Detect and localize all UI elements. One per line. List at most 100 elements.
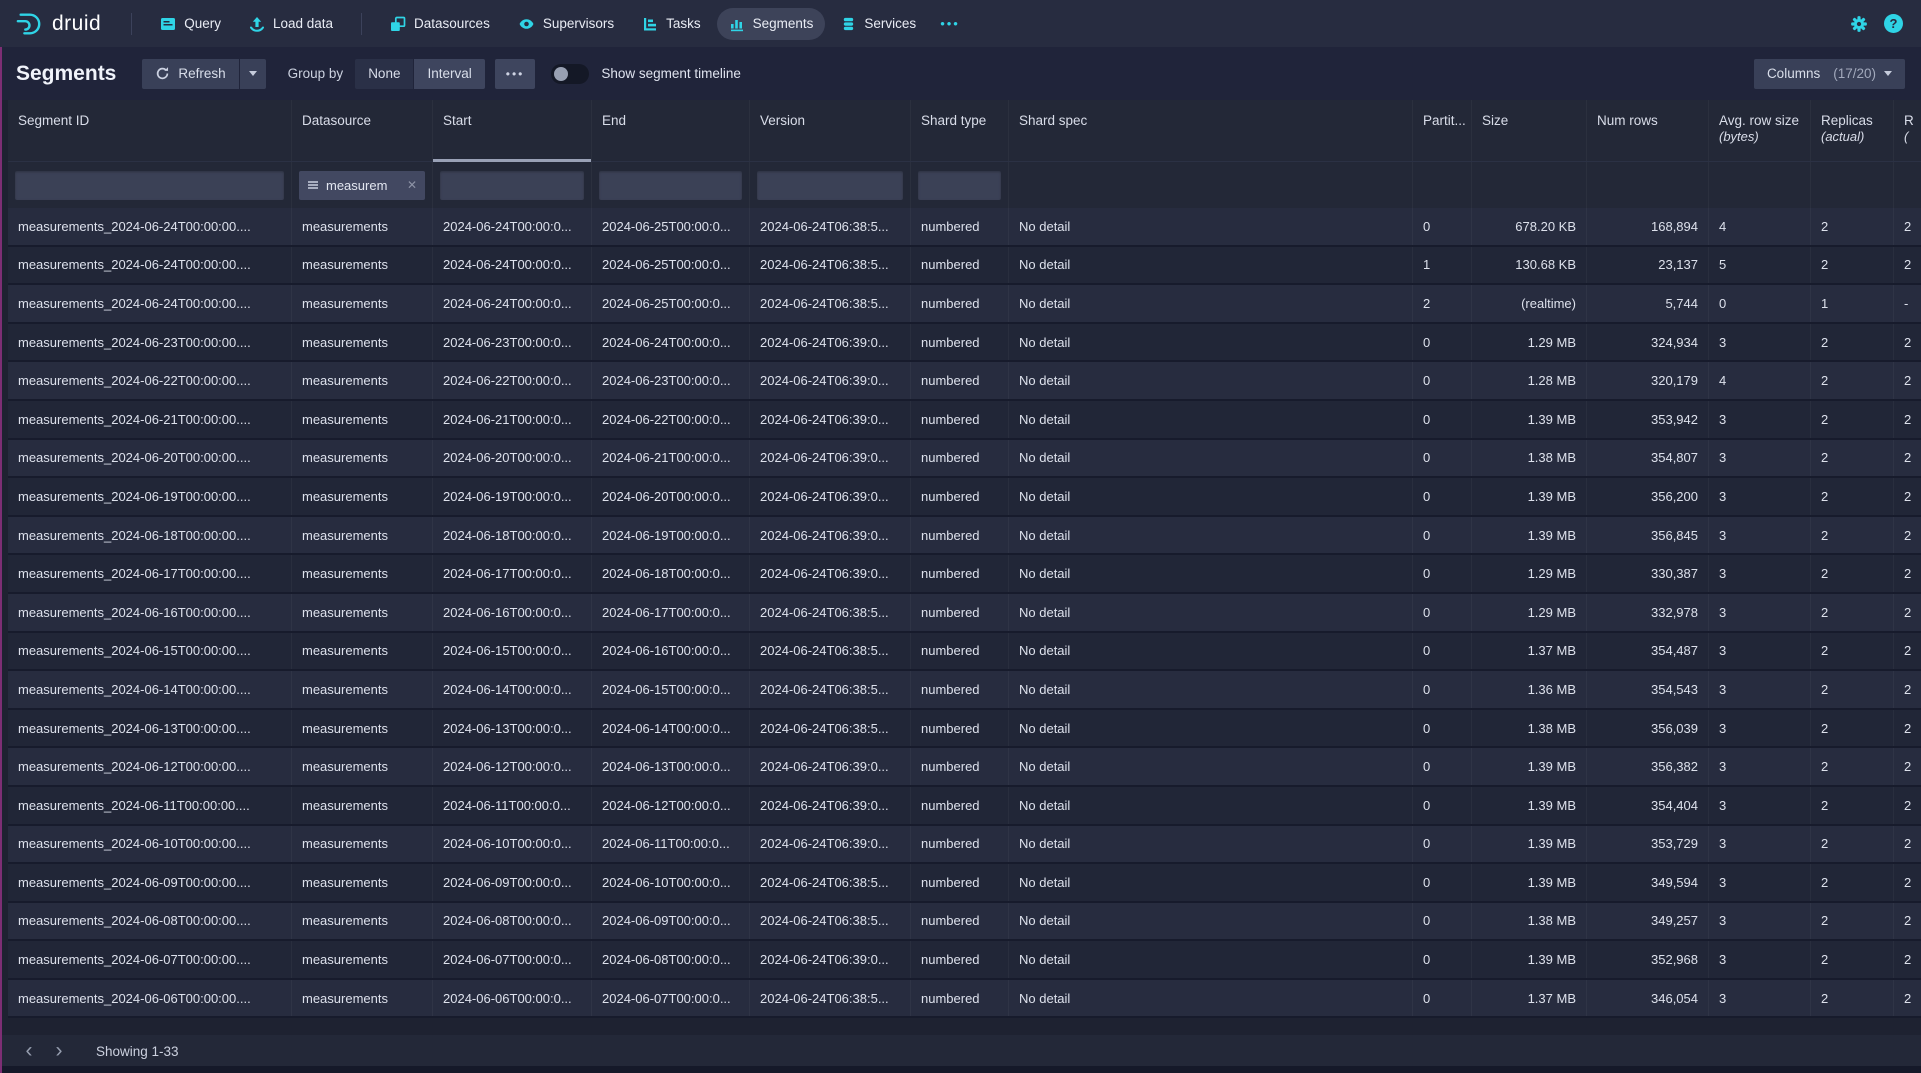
cell-start[interactable]: 2024-06-18T00:00:0... xyxy=(433,517,592,554)
cell-size[interactable]: 1.29 MB xyxy=(1472,555,1587,592)
cell-avg-row-size[interactable]: 3 xyxy=(1709,324,1811,361)
cell-size[interactable]: 1.39 MB xyxy=(1472,826,1587,863)
cell-end[interactable]: 2024-06-18T00:00:0... xyxy=(592,555,750,592)
table-row[interactable]: measurements_2024-06-24T00:00:00....meas… xyxy=(8,285,1921,324)
cell-replication-factor[interactable]: 2 xyxy=(1894,555,1921,592)
cell-shard-spec[interactable]: No detail xyxy=(1009,710,1413,747)
cell-shard-type[interactable]: numbered xyxy=(911,247,1009,284)
cell-version[interactable]: 2024-06-24T06:39:0... xyxy=(750,941,911,978)
cell-version[interactable]: 2024-06-24T06:39:0... xyxy=(750,517,911,554)
cell-end[interactable]: 2024-06-17T00:00:0... xyxy=(592,594,750,631)
cell-datasource[interactable]: measurements xyxy=(292,555,433,592)
cell-replication-factor[interactable]: 2 xyxy=(1894,594,1921,631)
cell-version[interactable]: 2024-06-24T06:39:0... xyxy=(750,787,911,824)
cell-start[interactable]: 2024-06-06T00:00:0... xyxy=(433,980,592,1017)
cell-end[interactable]: 2024-06-20T00:00:0... xyxy=(592,478,750,515)
cell-segment-id[interactable]: measurements_2024-06-24T00:00:00.... xyxy=(8,208,292,245)
cell-datasource[interactable]: measurements xyxy=(292,478,433,515)
cell-num-rows[interactable]: 354,404 xyxy=(1587,787,1709,824)
next-page-button[interactable]: › xyxy=(44,1038,74,1064)
cell-start[interactable]: 2024-06-08T00:00:0... xyxy=(433,903,592,940)
cell-version[interactable]: 2024-06-24T06:38:5... xyxy=(750,980,911,1017)
cell-segment-id[interactable]: measurements_2024-06-18T00:00:00.... xyxy=(8,517,292,554)
cell-num-rows[interactable]: 23,137 xyxy=(1587,247,1709,284)
cell-replication-factor[interactable]: 2 xyxy=(1894,362,1921,399)
cell-avg-row-size[interactable]: 3 xyxy=(1709,671,1811,708)
cell-datasource[interactable]: measurements xyxy=(292,748,433,785)
cell-shard-spec[interactable]: No detail xyxy=(1009,208,1413,245)
show-segment-timeline-toggle[interactable] xyxy=(551,64,589,84)
cell-shard-spec[interactable]: No detail xyxy=(1009,555,1413,592)
cell-partition[interactable]: 0 xyxy=(1413,826,1472,863)
datasource-filter-chip[interactable]: measurem ✕ xyxy=(299,171,425,200)
cell-num-rows[interactable]: 349,257 xyxy=(1587,903,1709,940)
cell-replication-factor[interactable]: 2 xyxy=(1894,671,1921,708)
table-row[interactable]: measurements_2024-06-21T00:00:00....meas… xyxy=(8,401,1921,440)
table-row[interactable]: measurements_2024-06-23T00:00:00....meas… xyxy=(8,324,1921,363)
table-row[interactable]: measurements_2024-06-15T00:00:00....meas… xyxy=(8,633,1921,672)
cell-size[interactable]: 1.38 MB xyxy=(1472,710,1587,747)
cell-num-rows[interactable]: 356,039 xyxy=(1587,710,1709,747)
column-header-replication-factor[interactable]: R( xyxy=(1894,100,1921,161)
cell-version[interactable]: 2024-06-24T06:38:5... xyxy=(750,671,911,708)
table-row[interactable]: measurements_2024-06-14T00:00:00....meas… xyxy=(8,671,1921,710)
cell-avg-row-size[interactable]: 4 xyxy=(1709,362,1811,399)
cell-segment-id[interactable]: measurements_2024-06-16T00:00:00.... xyxy=(8,594,292,631)
cell-avg-row-size[interactable]: 3 xyxy=(1709,478,1811,515)
cell-partition[interactable]: 0 xyxy=(1413,748,1472,785)
refresh-button[interactable]: Refresh xyxy=(142,59,238,89)
cell-version[interactable]: 2024-06-24T06:38:5... xyxy=(750,247,911,284)
cell-end[interactable]: 2024-06-12T00:00:0... xyxy=(592,787,750,824)
column-header-shard-spec[interactable]: Shard spec xyxy=(1009,100,1413,161)
cell-datasource[interactable]: measurements xyxy=(292,324,433,361)
help-icon[interactable]: ? xyxy=(1884,14,1903,33)
cell-avg-row-size[interactable]: 4 xyxy=(1709,208,1811,245)
cell-partition[interactable]: 0 xyxy=(1413,517,1472,554)
cell-shard-spec[interactable]: No detail xyxy=(1009,594,1413,631)
cell-segment-id[interactable]: measurements_2024-06-24T00:00:00.... xyxy=(8,247,292,284)
table-row[interactable]: measurements_2024-06-16T00:00:00....meas… xyxy=(8,594,1921,633)
cell-replication-factor[interactable]: 2 xyxy=(1894,787,1921,824)
cell-num-rows[interactable]: 168,894 xyxy=(1587,208,1709,245)
cell-partition[interactable]: 0 xyxy=(1413,903,1472,940)
cell-segment-id[interactable]: measurements_2024-06-12T00:00:00.... xyxy=(8,748,292,785)
cell-version[interactable]: 2024-06-24T06:38:5... xyxy=(750,633,911,670)
cell-size[interactable]: 1.38 MB xyxy=(1472,440,1587,477)
cell-avg-row-size[interactable]: 3 xyxy=(1709,633,1811,670)
cell-shard-type[interactable]: numbered xyxy=(911,748,1009,785)
cell-replication-factor[interactable]: 2 xyxy=(1894,710,1921,747)
cell-end[interactable]: 2024-06-15T00:00:0... xyxy=(592,671,750,708)
cell-version[interactable]: 2024-06-24T06:38:5... xyxy=(750,903,911,940)
cell-replicas[interactable]: 2 xyxy=(1811,980,1894,1017)
cell-end[interactable]: 2024-06-09T00:00:0... xyxy=(592,903,750,940)
cell-replication-factor[interactable]: 2 xyxy=(1894,903,1921,940)
cell-replication-factor[interactable]: 2 xyxy=(1894,478,1921,515)
cell-avg-row-size[interactable]: 3 xyxy=(1709,710,1811,747)
cell-version[interactable]: 2024-06-24T06:38:5... xyxy=(750,710,911,747)
cell-avg-row-size[interactable]: 3 xyxy=(1709,594,1811,631)
cell-start[interactable]: 2024-06-16T00:00:0... xyxy=(433,594,592,631)
column-header-avg-row-size[interactable]: Avg. row size(bytes) xyxy=(1709,100,1811,161)
cell-start[interactable]: 2024-06-15T00:00:0... xyxy=(433,633,592,670)
cell-partition[interactable]: 0 xyxy=(1413,710,1472,747)
cell-replicas[interactable]: 2 xyxy=(1811,401,1894,438)
cell-shard-spec[interactable]: No detail xyxy=(1009,440,1413,477)
cell-segment-id[interactable]: measurements_2024-06-06T00:00:00.... xyxy=(8,980,292,1017)
cell-replicas[interactable]: 2 xyxy=(1811,864,1894,901)
cell-size[interactable]: 1.39 MB xyxy=(1472,517,1587,554)
cell-start[interactable]: 2024-06-11T00:00:0... xyxy=(433,787,592,824)
cell-size[interactable]: 1.38 MB xyxy=(1472,903,1587,940)
cell-size[interactable]: (realtime) xyxy=(1472,285,1587,322)
cell-datasource[interactable]: measurements xyxy=(292,440,433,477)
cell-shard-spec[interactable]: No detail xyxy=(1009,671,1413,708)
table-row[interactable]: measurements_2024-06-18T00:00:00....meas… xyxy=(8,517,1921,556)
cell-num-rows[interactable]: 354,487 xyxy=(1587,633,1709,670)
cell-shard-type[interactable]: numbered xyxy=(911,555,1009,592)
table-row[interactable]: measurements_2024-06-10T00:00:00....meas… xyxy=(8,826,1921,865)
cell-shard-type[interactable]: numbered xyxy=(911,594,1009,631)
cell-replicas[interactable]: 2 xyxy=(1811,903,1894,940)
nav-item-segments[interactable]: Segments xyxy=(717,8,826,40)
cell-end[interactable]: 2024-06-23T00:00:0... xyxy=(592,362,750,399)
cell-replicas[interactable]: 2 xyxy=(1811,787,1894,824)
cell-start[interactable]: 2024-06-12T00:00:0... xyxy=(433,748,592,785)
